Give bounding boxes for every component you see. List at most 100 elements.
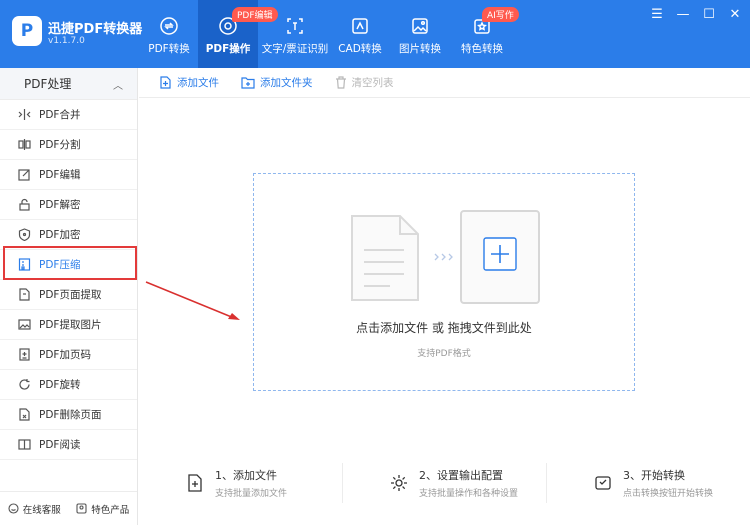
image-extract-icon <box>18 318 31 331</box>
sidebar-item-decrypt[interactable]: PDF解密 <box>0 190 137 220</box>
nav-feature[interactable]: AI写作 特色转换 <box>452 0 519 68</box>
book-icon <box>18 438 31 451</box>
image-icon <box>412 18 428 34</box>
nav-label: PDF转换 <box>148 43 190 55</box>
split-icon <box>18 138 31 151</box>
unlock-icon <box>18 198 31 211</box>
window-controls: ☰ — ☐ ✕ <box>650 8 742 22</box>
add-folder-icon <box>241 77 255 89</box>
merge-icon <box>18 108 31 121</box>
sidebar-item-label: PDF删除页面 <box>39 409 102 421</box>
nav-label: PDF操作 <box>205 43 251 55</box>
minimize-icon[interactable]: — <box>676 8 690 22</box>
sidebar-item-label: PDF提取图片 <box>39 319 102 331</box>
featured-products-link[interactable]: 特色产品 <box>76 502 129 516</box>
shield-icon <box>18 228 31 241</box>
drop-zone-title: 点击添加文件 或 拖拽文件到此处 <box>356 321 532 335</box>
menu-icon[interactable]: ☰ <box>650 8 664 22</box>
arrow-right-icon <box>434 253 453 261</box>
add-file-icon <box>188 474 202 492</box>
nav-badge-ai-writing: AI写作 <box>482 7 519 22</box>
step-subtitle: 支持批量添加文件 <box>215 489 288 499</box>
sidebar-item-label: PDF解密 <box>39 199 81 211</box>
nav-image[interactable]: 图片转换 <box>388 0 452 68</box>
sidebar-item-edit[interactable]: PDF编辑 <box>0 160 137 190</box>
add-plus-icon[interactable] <box>460 210 540 304</box>
nav-label: 图片转换 <box>399 43 441 55</box>
sidebar-item-label: PDF分割 <box>39 139 81 151</box>
headset-icon <box>8 503 19 514</box>
clear-list-label: 清空列表 <box>351 77 394 89</box>
sidebar-footer: 在线客服 特色产品 <box>0 491 137 525</box>
main-content: 点击添加文件 或 拖拽文件到此处 支持PDF格式 1、添加文件 支持批量添加文件… <box>139 99 750 525</box>
nav-pdf-convert[interactable]: PDF转换 <box>140 0 198 68</box>
add-file-label: 添加文件 <box>177 77 219 89</box>
nav-label: CAD转换 <box>338 43 382 55</box>
page-extract-icon <box>18 288 31 301</box>
close-icon[interactable]: ✕ <box>728 8 742 22</box>
sidebar-item-merge[interactable]: PDF合并 <box>0 100 137 130</box>
start-convert-icon <box>595 476 611 490</box>
steps-bar: 1、添加文件 支持批量添加文件 2、设置输出配置 支持批量操作和各种设置 3、开… <box>139 463 750 503</box>
app-version: v1.1.7.0 <box>48 36 85 46</box>
sidebar-item-label: PDF编辑 <box>39 169 81 181</box>
online-service-label: 在线客服 <box>22 504 61 516</box>
sidebar-item-read[interactable]: PDF阅读 <box>0 430 137 460</box>
chevron-up-icon: ︿ <box>113 81 123 92</box>
delete-page-icon <box>18 408 31 421</box>
nav-label: 文字/票证识别 <box>261 43 329 55</box>
convert-icon <box>160 17 178 35</box>
sidebar-item-page-number[interactable]: PDF加页码 <box>0 340 137 370</box>
add-folder-label: 添加文件夹 <box>260 77 313 89</box>
nav-cad[interactable]: CAD转换 <box>332 0 388 68</box>
sidebar-item-page-extract[interactable]: PDF页面提取 <box>0 280 137 310</box>
nav-label: 特色转换 <box>461 43 503 55</box>
featured-products-label: 特色产品 <box>91 504 130 516</box>
add-file-icon <box>160 76 171 89</box>
add-folder-button[interactable]: 添加文件夹 <box>241 75 313 90</box>
sidebar-item-image-extract[interactable]: PDF提取图片 <box>0 310 137 340</box>
step-title: 1、添加文件 <box>215 469 277 482</box>
sidebar-item-label: PDF合并 <box>39 109 81 121</box>
step-title: 3、开始转换 <box>623 469 685 482</box>
add-file-button[interactable]: 添加文件 <box>159 75 219 90</box>
sidebar-item-label: PDF页面提取 <box>39 289 102 301</box>
sidebar-item-label: PDF加密 <box>39 229 81 241</box>
toolbar: 添加文件 添加文件夹 清空列表 <box>139 68 750 98</box>
app-title: 迅捷PDF转换器 <box>48 22 143 37</box>
sidebar: PDF处理 ︿ PDF合并 PDF分割 PDF编辑 PDF解密 PDF加密 PD… <box>0 68 138 525</box>
step-start-convert: 3、开始转换 点击转换按钮开始转换 <box>546 463 750 503</box>
step-settings: 2、设置输出配置 支持批量操作和各种设置 <box>342 463 546 503</box>
sidebar-item-split[interactable]: PDF分割 <box>0 130 137 160</box>
ocr-icon <box>287 18 303 34</box>
step-subtitle: 支持批量操作和各种设置 <box>419 489 519 499</box>
sidebar-item-label: PDF阅读 <box>39 439 81 451</box>
maximize-icon[interactable]: ☐ <box>702 8 716 22</box>
file-drop-zone[interactable]: 点击添加文件 或 拖拽文件到此处 支持PDF格式 <box>253 173 635 391</box>
annotation-highlight-box <box>3 246 137 280</box>
rotate-icon <box>18 378 31 391</box>
clear-list-button[interactable]: 清空列表 <box>335 75 394 90</box>
nav-pdf-operation[interactable]: PDF编辑 PDF操作 <box>198 0 278 68</box>
app-logo: P <box>12 16 42 46</box>
drop-zone-subtitle: 支持PDF格式 <box>417 349 471 359</box>
trash-icon <box>335 76 346 89</box>
sidebar-item-rotate[interactable]: PDF旋转 <box>0 370 137 400</box>
main-nav: PDF转换 PDF编辑 PDF操作 文字/票证识别 CAD转换 图片转换 AI写… <box>140 0 519 68</box>
sidebar-item-delete-page[interactable]: PDF删除页面 <box>0 400 137 430</box>
app-header: P 迅捷PDF转换器 v1.1.7.0 PDF转换 PDF编辑 PDF操作 文字… <box>0 0 750 68</box>
step-subtitle: 点击转换按钮开始转换 <box>623 489 714 499</box>
products-icon <box>76 503 87 514</box>
page-number-icon <box>18 348 31 361</box>
edit-icon <box>18 168 31 181</box>
cad-icon <box>352 18 368 34</box>
online-service-link[interactable]: 在线客服 <box>8 502 61 516</box>
step-title: 2、设置输出配置 <box>419 469 503 482</box>
sidebar-header-label: PDF处理 <box>24 77 72 91</box>
sidebar-item-label: PDF加页码 <box>39 349 91 361</box>
nav-ocr[interactable]: 文字/票证识别 <box>258 0 332 68</box>
document-illustration <box>351 215 419 301</box>
step-add-file: 1、添加文件 支持批量添加文件 <box>139 463 342 503</box>
settings-icon <box>391 475 407 491</box>
sidebar-header[interactable]: PDF处理 ︿ <box>0 68 137 100</box>
